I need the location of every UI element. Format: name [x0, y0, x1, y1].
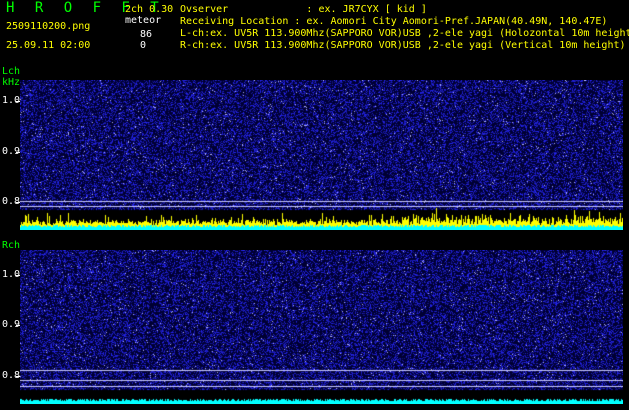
observer-line: Ovserver : ex. JR7CYX [ kid ] [180, 4, 427, 15]
rch-ytick [16, 376, 20, 377]
filename-label: 2509110200.png [6, 21, 91, 32]
khz-unit-label: kHz [2, 77, 21, 88]
lch-spectrogram [20, 80, 623, 230]
lch-spectrogram-canvas [20, 80, 623, 230]
timestamp-label: 25.09.11 02:00 [6, 40, 91, 51]
meteor-count-rch: 0 [140, 40, 147, 51]
rch-info-line: R-ch:ex. UV5R 113.900Mhz(SAPPORO VOR)USB… [180, 40, 626, 51]
lch-ytick [16, 202, 20, 203]
meteor-label: meteor [125, 15, 162, 26]
rch-ytick [16, 325, 20, 326]
location-line: Receiving Location : ex. Aomori City Aom… [180, 16, 608, 27]
rch-spectrogram-canvas [20, 250, 623, 404]
rch-label: Rch [2, 240, 21, 251]
rch-spectrogram [20, 250, 623, 404]
rch-ytick [16, 275, 20, 276]
lch-info-line: L-ch:ex. UV5R 113.900Mhz(SAPPORO VOR)USB… [180, 28, 629, 39]
lch-ytick [16, 101, 20, 102]
lch-ytick [16, 152, 20, 153]
